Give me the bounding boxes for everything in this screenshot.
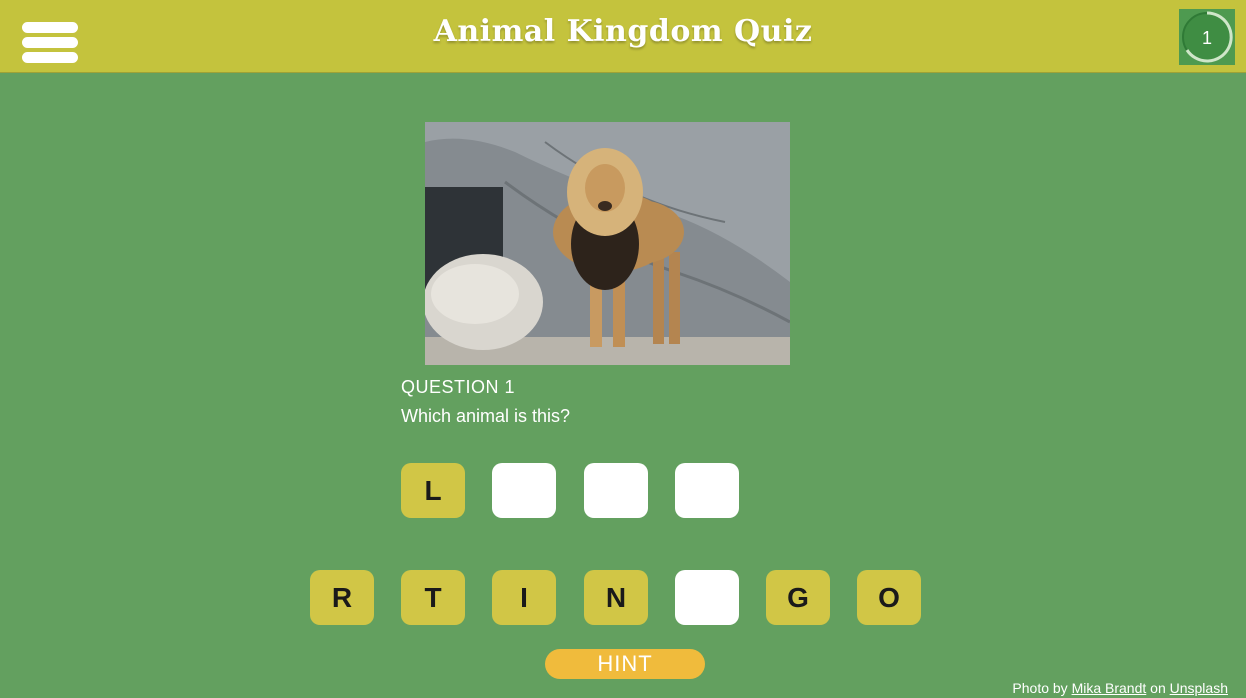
letter-tile-3[interactable]: I xyxy=(492,570,556,625)
timer-value: 1 xyxy=(1201,28,1212,48)
answer-slot-3[interactable] xyxy=(584,463,648,518)
app-header: Animal Kingdom Quiz 1 xyxy=(0,0,1246,73)
letter-tile-4[interactable]: N xyxy=(584,570,648,625)
letter-tile-1[interactable]: R xyxy=(310,570,374,625)
question-text: Which animal is this? xyxy=(401,406,571,426)
credit-middle: on xyxy=(1150,680,1166,696)
hint-button[interactable]: HINT xyxy=(545,649,705,679)
author-link[interactable]: Mika Brandt xyxy=(1072,680,1147,696)
question-label: QUESTION 1 xyxy=(401,377,516,397)
answer-slot-4[interactable] xyxy=(675,463,739,518)
animal-photo xyxy=(425,122,790,365)
credit-prefix: Photo by xyxy=(1012,680,1068,696)
letter-tile-5[interactable] xyxy=(675,570,739,625)
letter-tile-2[interactable]: T xyxy=(401,570,465,625)
letter-tile-6[interactable]: G xyxy=(766,570,830,625)
timer-badge: 1 xyxy=(1179,9,1235,65)
menu-bar-bottom xyxy=(22,52,78,63)
unsplash-link[interactable]: Unsplash xyxy=(1170,680,1228,696)
answer-slot-1[interactable]: L xyxy=(401,463,465,518)
page-title: Animal Kingdom Quiz xyxy=(433,14,813,49)
answer-slot-2[interactable] xyxy=(492,463,556,518)
letter-tile-7[interactable]: O xyxy=(857,570,921,625)
photo-credit: Photo by Mika Brandt on Unsplash xyxy=(1012,680,1228,696)
